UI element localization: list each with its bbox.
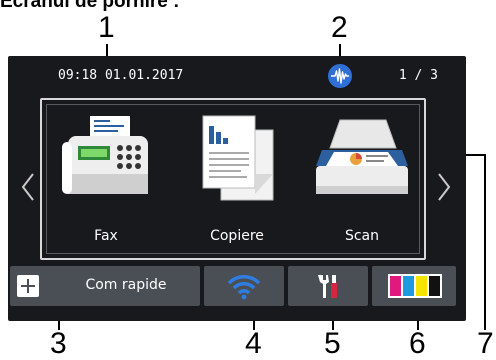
toner-button[interactable] (372, 266, 456, 306)
chevron-right-icon[interactable] (436, 171, 452, 203)
callout-7: 7 (477, 327, 494, 360)
wifi-icon (227, 275, 261, 300)
callout-4: 4 (245, 327, 262, 360)
callout-1: 1 (98, 11, 115, 44)
fax-machine-icon (62, 116, 148, 194)
app-fax-label: Fax (94, 228, 118, 244)
callout-3: 3 (50, 327, 67, 360)
shortcuts-label: Com rapide (85, 277, 167, 293)
shortcuts-button[interactable]: Com rapide (10, 266, 200, 306)
page-indicator: 1 / 3 (398, 68, 438, 83)
leader-line-7-v (484, 154, 486, 330)
callout-6: 6 (409, 327, 426, 360)
plus-icon (17, 275, 39, 297)
settings-tools-icon (318, 275, 337, 298)
chevron-left-icon[interactable] (20, 171, 36, 203)
app-scan[interactable]: Scan (310, 102, 414, 256)
app-copiere[interactable]: Copiere (185, 102, 289, 256)
network-signal-icon[interactable] (327, 63, 353, 89)
wifi-button[interactable] (204, 266, 284, 306)
copy-documents-icon (202, 115, 274, 201)
flatbed-scanner-icon (316, 119, 408, 194)
toner-cartridges-icon (388, 274, 442, 298)
date-time: 09:18 01.01.2017 (58, 68, 184, 83)
callout-2: 2 (331, 11, 348, 44)
app-scan-label: Scan (344, 228, 380, 244)
settings-button[interactable] (288, 266, 368, 306)
device-screen: 09:18 01.01.2017 1 / 3 Fax Copiere Scan … (8, 56, 466, 321)
heading: Ecranul de pornire : (0, 0, 180, 12)
app-copiere-label: Copiere (210, 228, 264, 244)
app-fax[interactable]: Fax (54, 102, 158, 256)
callout-5: 5 (324, 327, 341, 360)
